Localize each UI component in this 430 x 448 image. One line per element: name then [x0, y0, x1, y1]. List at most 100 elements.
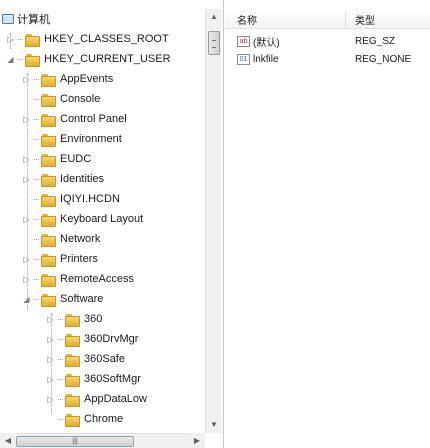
tree-item-label: 360 [84, 313, 103, 325]
value-type: REG_SZ [355, 35, 396, 47]
folder-icon [65, 313, 80, 327]
tree-item[interactable]: ▷ 360SoftMgr [46, 369, 141, 389]
tree-item-label: Identities [60, 173, 105, 185]
tree-connector-line [18, 58, 23, 60]
tree-vertical-scroll-thumb[interactable] [208, 31, 220, 55]
tree-item-label: 360DrvMgr [84, 333, 139, 345]
tree-item[interactable]: ◢ Software [22, 289, 103, 309]
folder-icon [41, 93, 56, 107]
column-header-type[interactable]: 类型 [355, 12, 375, 27]
tree-item[interactable]: Chrome [46, 409, 123, 429]
tree-connector-line [34, 178, 39, 180]
tree-item[interactable]: ◢ HKEY_CURRENT_USER [6, 49, 171, 69]
tree-item-label: HKEY_CLASSES_ROOT [44, 33, 169, 45]
tree-connector-line [58, 398, 63, 400]
tree-item-label: IQIYI.HCDN [60, 193, 120, 205]
tree-item-label: AppEvents [60, 73, 114, 85]
tree-connector-line [34, 278, 39, 280]
tree-connector-line [58, 418, 63, 420]
tree-item[interactable]: ▷ Keyboard Layout [22, 209, 143, 229]
tree-item[interactable]: ▷ 360 [46, 309, 102, 329]
tree-item-label: Software [60, 293, 104, 305]
value-name: lnkfile [253, 53, 279, 65]
folder-icon [65, 413, 80, 427]
folder-icon [41, 113, 56, 127]
tree-item[interactable]: ▷ Identities [22, 169, 104, 189]
scroll-left-arrow-icon[interactable]: ◀ [0, 433, 16, 448]
tree-item-label: HKEY_CURRENT_USER [44, 53, 171, 65]
folder-icon [41, 233, 56, 247]
tree-item[interactable]: ▷ 360DrvMgr [46, 329, 138, 349]
tree-horizontal-scroll-thumb[interactable]: ||| [16, 436, 134, 447]
tree-guide-line [51, 313, 52, 413]
tree-root-computer[interactable]: 计算机 [2, 9, 50, 29]
tree-item-label: AppDataLow [84, 393, 147, 405]
tree-item[interactable]: Environment [22, 129, 122, 149]
folder-icon [41, 213, 56, 227]
computer-icon [2, 14, 14, 24]
tree-connector-line [34, 98, 39, 100]
tree-root-label: 计算机 [17, 14, 50, 26]
folder-icon [41, 193, 56, 207]
tree-item-label: Printers [60, 253, 98, 265]
folder-icon [65, 353, 80, 367]
folder-icon [41, 253, 56, 267]
no-children-spacer [46, 415, 55, 424]
tree-item-label: Chrome [84, 413, 124, 425]
folder-icon [41, 273, 56, 287]
tree-item-label: Console [60, 93, 101, 105]
folder-icon [41, 73, 56, 87]
tree-item[interactable]: ▷ HKEY_CLASSES_ROOT [6, 29, 169, 49]
values-list-header: 名称 类型 [225, 9, 430, 29]
tree-vertical-scrollbar[interactable]: ▲ ▼ [205, 9, 222, 433]
tree-connector-line [34, 258, 39, 260]
tree-item[interactable]: ▷ Printers [22, 249, 98, 269]
tree-item[interactable]: Network [22, 229, 100, 249]
registry-values-pane[interactable]: 名称 类型 ab (默认) REG_SZ 01 lnkfile REG_NONE [225, 0, 430, 448]
value-row[interactable]: 01 lnkfile REG_NONE [225, 50, 430, 68]
folder-icon [41, 133, 56, 147]
tree-item[interactable]: ▷ AppDataLow [46, 389, 147, 409]
scroll-right-arrow-icon[interactable]: ▶ [189, 433, 205, 448]
tree-item-label: Control Panel [60, 113, 127, 125]
tree-item[interactable]: ▷ 360Safe [46, 349, 125, 369]
string-value-icon: ab [237, 35, 250, 47]
tree-item-label: 360SoftMgr [84, 373, 141, 385]
tree-horizontal-scrollbar[interactable]: ◀ ||| ▶ [0, 433, 205, 448]
tree-connector-line [34, 138, 39, 140]
tree-connector-line [34, 78, 39, 80]
tree-connector-line [58, 358, 63, 360]
tree-item[interactable]: ▷ RemoteAccess [22, 269, 134, 289]
scroll-up-arrow-icon[interactable]: ▲ [206, 9, 222, 25]
tree-item[interactable]: Console [22, 89, 100, 109]
tree-item-label: Environment [60, 133, 122, 145]
tree-item[interactable]: ▷ AppEvents [22, 69, 113, 89]
tree-connector-line [34, 198, 39, 200]
binary-value-icon: 01 [237, 53, 250, 65]
tree-connector-line [34, 218, 39, 220]
tree-guide-line [27, 73, 28, 309]
tree-connector-line [34, 118, 39, 120]
folder-icon [25, 33, 40, 47]
value-row[interactable]: ab (默认) REG_SZ [225, 32, 430, 50]
tree-guide-line [10, 33, 11, 49]
column-separator[interactable] [345, 11, 346, 27]
folder-icon [41, 173, 56, 187]
tree-connector-line [34, 238, 39, 240]
tree-item-label: 360Safe [84, 353, 125, 365]
value-type: REG_NONE [355, 53, 412, 65]
scroll-down-arrow-icon[interactable]: ▼ [206, 417, 222, 433]
registry-tree-pane[interactable]: 计算机 ▷ HKEY_CLASSES_ROOT ◢ HKEY_CURRENT_USER… [0, 0, 224, 448]
tree-connector-line [34, 158, 39, 160]
collapse-arrow-icon[interactable]: ◢ [6, 55, 15, 64]
tree-connector-line [58, 338, 63, 340]
tree-item-label: Keyboard Layout [60, 213, 144, 225]
folder-icon [65, 393, 80, 407]
tree-connector-line [58, 318, 63, 320]
folder-icon [65, 333, 80, 347]
tree-item[interactable]: ▷ EUDC [22, 149, 91, 169]
tree-item[interactable]: IQIYI.HCDN [22, 189, 120, 209]
folder-icon [65, 373, 80, 387]
column-header-name[interactable]: 名称 [237, 12, 257, 27]
tree-item[interactable]: ▷ Control Panel [22, 109, 127, 129]
